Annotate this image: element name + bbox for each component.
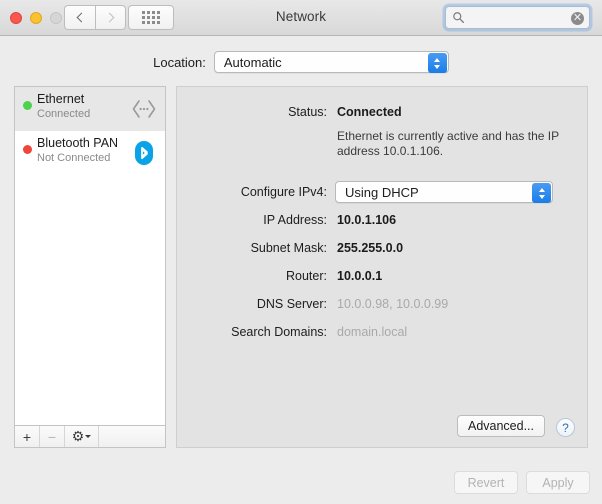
ethernet-icon bbox=[132, 100, 156, 118]
search-domains-label: Search Domains: bbox=[231, 325, 327, 339]
service-actions-button[interactable]: ⚙ bbox=[65, 426, 99, 447]
search-icon bbox=[453, 12, 465, 24]
search-clear-button[interactable]: ✕ bbox=[571, 12, 584, 25]
services-toolbar: + − ⚙ bbox=[14, 426, 166, 448]
configure-ipv4-label: Configure IPv4: bbox=[240, 185, 327, 199]
location-popup-button[interactable]: Automatic bbox=[213, 51, 449, 73]
status-dot-disconnected bbox=[23, 145, 32, 154]
configure-ipv4-popup-button[interactable]: Using DHCP bbox=[335, 181, 553, 203]
service-detail-panel: Status: Connected Ethernet is currently … bbox=[176, 86, 588, 448]
subnet-mask-label: Subnet Mask: bbox=[250, 241, 327, 255]
configure-ipv4-value: Using DHCP bbox=[345, 184, 419, 200]
sidebar-item-bluetooth-pan[interactable]: Bluetooth PAN Not Connected bbox=[15, 131, 165, 175]
ip-address-value: 10.0.1.106 bbox=[337, 213, 397, 227]
advanced-button[interactable]: Advanced... bbox=[457, 415, 545, 437]
dns-server-value: 10.0.0.98, 10.0.0.99 bbox=[337, 297, 449, 311]
bluetooth-icon bbox=[135, 141, 153, 165]
search-domains-value: domain.local bbox=[337, 325, 408, 339]
sidebar-item-ethernet[interactable]: Ethernet Connected bbox=[15, 87, 165, 131]
location-row: Location: Automatic bbox=[0, 50, 602, 74]
chevron-down-icon bbox=[85, 435, 92, 438]
chevron-updown-icon bbox=[532, 183, 551, 203]
router-value: 10.0.0.1 bbox=[337, 269, 383, 283]
chevron-updown-icon bbox=[427, 53, 447, 73]
search-input[interactable] bbox=[469, 7, 569, 28]
dns-server-label: DNS Server: bbox=[256, 297, 327, 311]
revert-button: Revert bbox=[454, 471, 518, 494]
search-field[interactable]: ✕ bbox=[445, 6, 590, 29]
help-button[interactable]: ? bbox=[556, 418, 575, 437]
status-dot-connected bbox=[23, 101, 32, 110]
gear-icon: ⚙ bbox=[71, 428, 85, 444]
remove-service-button: − bbox=[40, 426, 65, 447]
router-label: Router: bbox=[286, 269, 327, 283]
ip-address-label: IP Address: bbox=[263, 213, 327, 227]
location-value: Automatic bbox=[223, 54, 282, 70]
add-service-button[interactable]: + bbox=[15, 426, 40, 447]
service-state: Connected bbox=[37, 108, 91, 120]
network-services-list[interactable]: Ethernet Connected Bluetooth PAN Not Con… bbox=[14, 86, 166, 426]
status-label: Status: bbox=[288, 105, 327, 119]
service-state: Not Connected bbox=[37, 152, 111, 164]
status-value: Connected bbox=[337, 105, 402, 119]
status-description: Ethernet is currently active and has the… bbox=[337, 129, 559, 158]
window-titlebar: Network ✕ bbox=[0, 0, 602, 36]
subnet-mask-value: 255.255.0.0 bbox=[337, 241, 404, 255]
service-name: Ethernet bbox=[37, 92, 85, 106]
apply-button: Apply bbox=[526, 471, 590, 494]
location-label: Location: bbox=[153, 54, 206, 70]
service-name: Bluetooth PAN bbox=[37, 136, 119, 150]
